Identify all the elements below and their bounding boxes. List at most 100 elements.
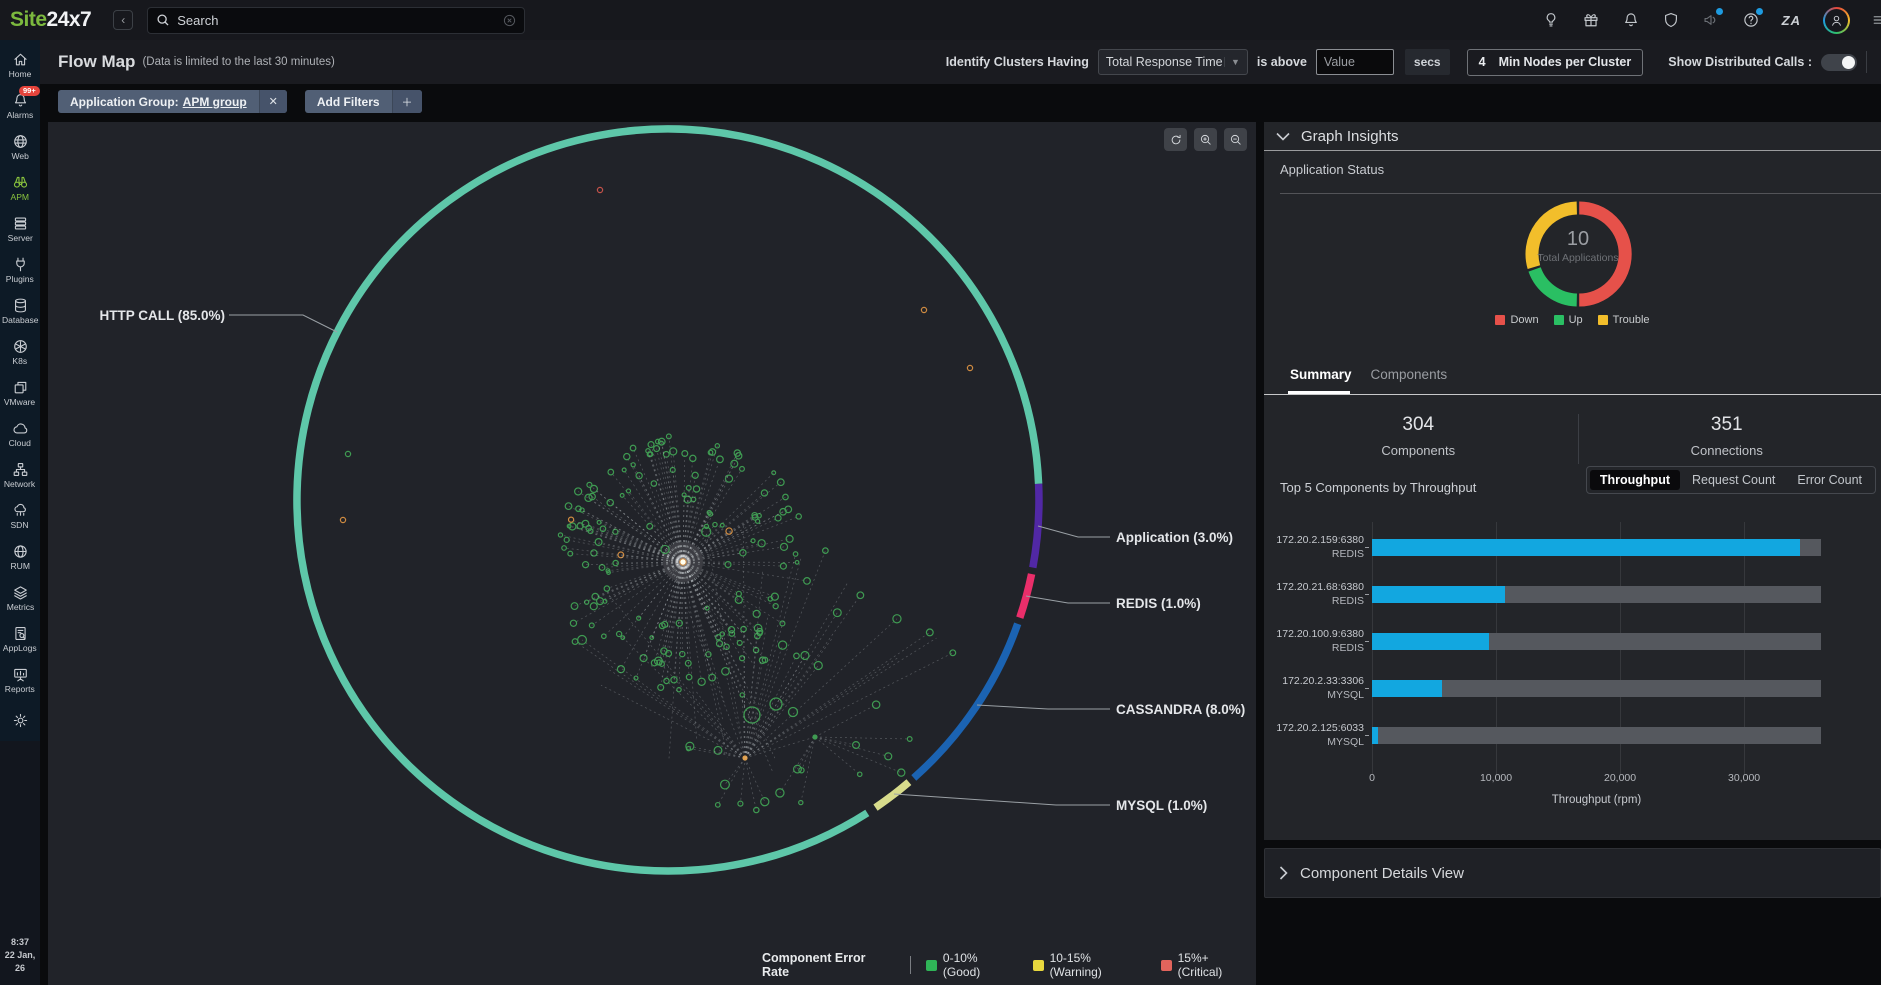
search-icon [156,13,170,27]
site24x7-logo[interactable]: Site24x7 [10,8,91,32]
application-group-chip-label[interactable]: Application Group: APM group [58,90,259,113]
cluster-controls: Identify Clusters Having Total Response … [946,40,1867,84]
component-details-panel[interactable]: Component Details View [1264,848,1881,898]
error-legend-item: 0-10% (Good) [926,951,1018,979]
zia-logo-icon[interactable]: ZA [1782,13,1801,28]
stat-components: 304 Components [1264,414,1573,458]
presentation-icon [12,666,29,683]
bell-icon[interactable] [1622,11,1640,29]
add-filters-chip[interactable]: Add Filters ＋ [305,90,422,113]
sidebar-item-vmware[interactable]: VMware [0,372,40,413]
sidebar-item-label: SDN [11,520,29,530]
gear-icon [12,712,29,729]
mode-request-count[interactable]: Request Count [1682,470,1785,490]
total-applications-count: 10 [1508,228,1648,251]
cloud-icon [12,420,29,437]
help-icon[interactable] [1742,11,1760,29]
sidebar-item-apm[interactable]: APM [0,167,40,208]
distributed-calls-toggle[interactable] [1821,54,1857,71]
sidebar-item-database[interactable]: Database [0,290,40,331]
mode-throughput[interactable]: Throughput [1590,470,1680,490]
stat-value: 351 [1573,414,1881,436]
add-filters-label[interactable]: Add Filters [305,90,392,113]
stat-label: Connections [1573,443,1881,458]
gridline [1744,522,1745,774]
group-value-link[interactable]: APM group [183,95,247,109]
metric-dropdown[interactable]: Total Response Time ▼ [1098,49,1248,75]
sidebar-item-label: Network [4,479,35,489]
legend-divider [910,956,911,974]
collapse-sidebar-icon[interactable]: ‹ [113,10,133,30]
is-above-label: is above [1257,55,1307,69]
bar-row-label: 172.20.2.33:3306MYSQL [1264,674,1364,702]
ring-label-cassandra: CASSANDRA (8.0%) [1116,702,1245,717]
plug-icon [12,256,29,273]
sidebar-item-rum[interactable]: RUM [0,536,40,577]
user-avatar[interactable] [1823,7,1850,34]
top-bar: Site24x7 ‹ ZA [0,0,1881,40]
menu-icon[interactable] [1872,11,1881,29]
add-filter-icon[interactable]: ＋ [392,90,422,113]
bar-row-label: 172.20.2.125:6033MYSQL [1264,721,1364,749]
sidebar-item-reports[interactable]: Reports [0,659,40,700]
component-type: REDIS [1264,547,1364,561]
sidebar-item-metrics[interactable]: Metrics [0,577,40,618]
stat-connections: 351 Connections [1573,414,1881,458]
sidebar-item-label: Plugins [6,274,34,284]
sidebar-item-network[interactable]: Network [0,454,40,495]
sidebar-item-label: Cloud [9,438,31,448]
zoom-in-button[interactable] [1194,128,1217,151]
shield-icon[interactable] [1662,11,1680,29]
sidebar-item-plugins[interactable]: Plugins [0,249,40,290]
row-tick [1365,594,1369,595]
row-tick [1365,735,1369,736]
min-nodes-value[interactable]: 4 [1479,55,1486,69]
sidebar-item-k8s[interactable]: K8s [0,331,40,372]
sidebar-item-server[interactable]: Server [0,208,40,249]
megaphone-icon[interactable] [1702,11,1720,29]
logo-24x7: 24x7 [47,8,92,31]
map-controls [1164,128,1247,151]
sidebar-item-label: K8s [13,356,28,366]
notification-dot [1716,8,1723,15]
refresh-map-button[interactable] [1164,128,1187,151]
sidebar-item-label: Database [2,315,39,325]
seconds-unit-label: secs [1405,49,1450,75]
zoom-out-button[interactable] [1224,128,1247,151]
sidebar-item-label: AppLogs [3,643,37,653]
sidebar-item-home[interactable]: Home [0,44,40,85]
tab-summary[interactable]: Summary [1290,367,1352,382]
binoculars-icon [12,174,29,191]
sidebar-item-web[interactable]: Web [0,126,40,167]
status-label: Trouble [1613,314,1650,326]
error-legend-item: 15%+ (Critical) [1161,951,1256,979]
sidebar-item-sdn[interactable]: SDN [0,495,40,536]
graph-insights-header[interactable]: Graph Insights [1264,122,1881,151]
flow-map-canvas[interactable]: HTTP CALL (85.0%)Application (3.0%)REDIS… [48,122,1256,985]
sdn-icon [12,502,29,519]
home-icon [12,51,29,68]
status-color-swatch [1495,315,1505,325]
sidebar-item-settings[interactable] [0,700,40,741]
search-bar[interactable] [147,7,525,34]
application-group-chip[interactable]: Application Group: APM group ✕ [58,90,287,113]
min-nodes-control[interactable]: 4 Min Nodes per Cluster [1467,49,1644,76]
sidebar-item-alarms[interactable]: 99+Alarms [0,85,40,126]
gift-icon[interactable] [1582,11,1600,29]
sidebar-item-cloud[interactable]: Cloud [0,413,40,454]
lightbulb-icon[interactable] [1542,11,1560,29]
alarm-count-badge: 99+ [19,86,40,96]
legend-item-label: 0-10% (Good) [943,951,1018,979]
mode-error-count[interactable]: Error Count [1787,470,1872,490]
sidebar-item-label: Home [9,69,32,79]
sidebar-item-applogs[interactable]: AppLogs [0,618,40,659]
tab-components[interactable]: Components [1371,367,1448,382]
clear-search-icon[interactable] [503,14,516,27]
legend-color-swatch [926,960,937,971]
stat-value: 304 [1264,414,1573,436]
stat-label: Components [1264,443,1573,458]
legend-item-label: 15%+ (Critical) [1178,951,1256,979]
search-input[interactable] [177,13,496,28]
remove-filter-icon[interactable]: ✕ [259,90,287,113]
threshold-value-input[interactable] [1316,49,1394,75]
